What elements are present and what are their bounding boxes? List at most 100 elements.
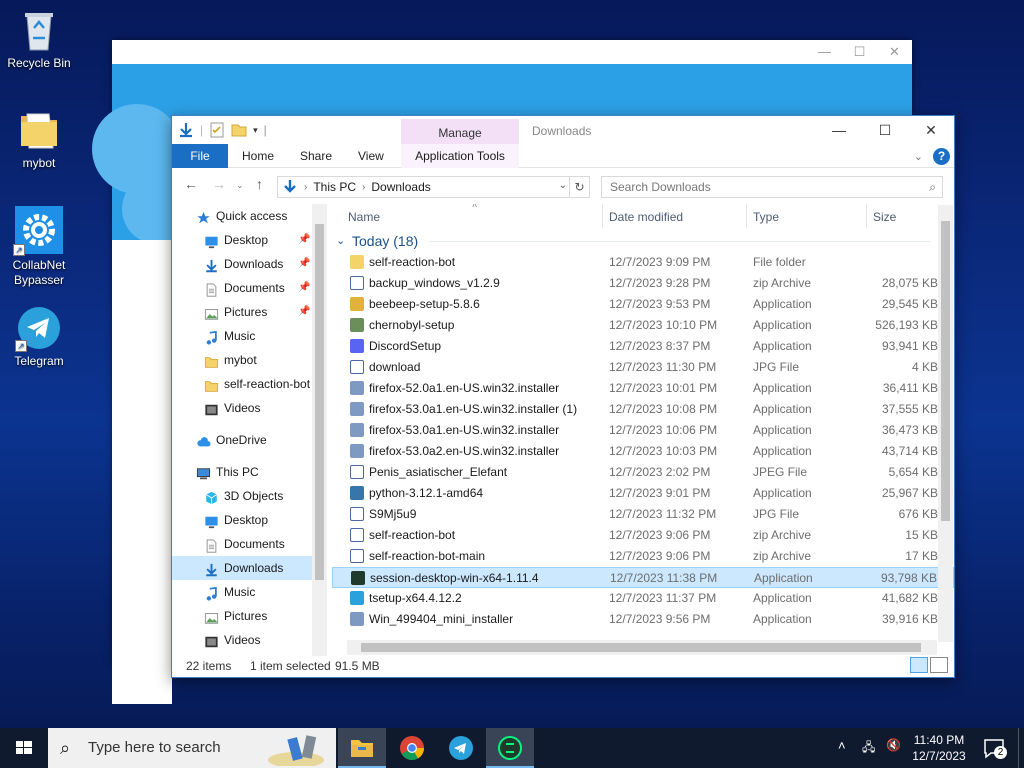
table-row[interactable]: session-desktop-win-x64-1.11.4 12/7/2023 … [332,567,954,588]
sidebar-item-quick-access[interactable]: Quick access [172,204,327,228]
breadcrumb-downloads[interactable]: Downloads [371,180,430,194]
sidebar-item-pictures[interactable]: Pictures [172,604,327,628]
refresh-icon[interactable]: ↻ [569,177,589,197]
navigation-scrollbar[interactable] [312,204,327,656]
cell-size: 93,798 KB [880,571,937,585]
table-row[interactable]: download 12/7/2023 11:30 PM JPG File 4 KB [332,357,954,378]
tab-application-tools[interactable]: Application Tools [401,144,519,168]
column-headers: Name ˄ Date modified Type Size [332,204,954,228]
sidebar-item-videos[interactable]: Videos [172,396,327,420]
sidebar-item-desktop[interactable]: Desktop 📌 [172,228,327,252]
table-row[interactable]: DiscordSetup 12/7/2023 8:37 PM Application… [332,336,954,357]
table-row[interactable]: S9Mj5u9 12/7/2023 11:32 PM JPG File 676 KB [332,504,954,525]
table-row[interactable]: chernobyl-setup 12/7/2023 10:10 PM Applica… [332,315,954,336]
table-row[interactable]: firefox-52.0a1.en-US.win32.installer 12/7… [332,378,954,399]
table-row[interactable]: python-3.12.1-amd64 12/7/2023 9:01 PM Appl… [332,483,954,504]
sidebar-item-onedrive[interactable]: OneDrive [172,428,327,452]
desktop-icon-recycle-bin[interactable]: Recycle Bin [0,8,78,71]
taskbar-telegram[interactable] [437,728,485,768]
tab-manage[interactable]: Manage [401,119,519,146]
background-window-titlebar[interactable]: — ☐ ✕ [112,40,912,64]
sidebar-item-desktop[interactable]: Desktop [172,508,327,532]
close-button[interactable]: ✕ [908,116,954,144]
table-row[interactable]: firefox-53.0a1.en-US.win32.installer (1)… [332,399,954,420]
table-row[interactable]: self-reaction-bot 12/7/2023 9:09 PM File f… [332,252,954,273]
address-dropdown-icon[interactable]: ⌄ [559,180,567,191]
recent-dropdown-icon[interactable]: ⌄ [236,180,244,191]
table-row[interactable]: Win_499404_mini_installer 12/7/2023 9:56 … [332,609,954,630]
table-row[interactable]: tsetup-x64.4.12.2 12/7/2023 11:37 PM Appli… [332,588,954,609]
show-hidden-icons-chevron-icon[interactable]: ˄ [838,738,846,768]
minimize-button[interactable]: — [816,116,862,144]
sidebar-item-3d-objects[interactable]: 3D Objects [172,484,327,508]
taskbar-search-input[interactable]: ⌕ Type here to search [48,728,336,768]
sidebar-item-documents[interactable]: Documents [172,532,327,556]
breadcrumb-separator-icon[interactable]: › [304,182,307,193]
table-row[interactable]: beebeep-setup-5.8.6 12/7/2023 9:53 PM Appl… [332,294,954,315]
navigation-pane: Quick access Desktop 📌 Downloads 📌 Documents 📌… [172,204,327,656]
notification-center-button[interactable]: 2 [982,736,1007,760]
desktop-icon-mybot[interactable]: mybot [0,108,78,171]
forward-arrow-icon[interactable]: → [212,176,226,192]
show-desktop-button[interactable] [1018,728,1024,768]
sidebar-item-videos[interactable]: Videos [172,628,327,652]
explorer-titlebar[interactable]: | ▾ | Manage Downloads — ☐ ✕ [172,116,954,146]
volume-muted-icon[interactable]: 🔇 [886,738,901,768]
taskbar-file-explorer[interactable] [338,728,386,768]
clock[interactable]: 11:40 PM 12/7/2023 [900,732,978,764]
tab-home[interactable]: Home [242,144,274,168]
sidebar-item-downloads[interactable]: Downloads [172,556,327,580]
desktop-icon-telegram[interactable]: ↗ Telegram [0,306,78,369]
chevron-down-icon[interactable]: ⌄ [336,234,345,247]
help-button[interactable]: ? [933,148,950,165]
group-header-today[interactable]: ⌄ Today (18) [332,228,954,252]
cell-name: beebeep-setup-5.8.6 [369,297,480,311]
start-button[interactable] [0,728,48,768]
taskbar-session[interactable] [486,728,534,768]
sidebar-item-documents[interactable]: Documents 📌 [172,276,327,300]
horizontal-scrollbar[interactable] [347,640,937,655]
chevron-down-icon[interactable]: ▾ [253,125,258,136]
table-row[interactable]: firefox-53.0a2.en-US.win32.installer 12/7… [332,441,954,462]
tab-file[interactable]: File [172,144,228,168]
breadcrumb-this-pc[interactable]: This PC [313,180,356,194]
large-icons-view-button[interactable] [930,657,948,673]
sidebar-item-music[interactable]: Music [172,324,327,348]
expand-ribbon-icon[interactable]: ⌄ [914,150,923,163]
sidebar-item-self-reaction-bot[interactable]: self-reaction-bot [172,372,327,396]
column-date-modified[interactable]: Date modified [609,210,683,224]
properties-icon[interactable] [209,122,225,138]
sidebar-item-pictures[interactable]: Pictures 📌 [172,300,327,324]
address-bar[interactable]: › This PC › Downloads ⌄ ↻ [277,176,590,198]
breadcrumb-separator-icon[interactable]: › [362,182,365,193]
tab-view[interactable]: View [358,144,384,168]
column-type[interactable]: Type [753,210,779,224]
sidebar-item-downloads[interactable]: Downloads 📌 [172,252,327,276]
sidebar-item-mybot[interactable]: mybot [172,348,327,372]
up-arrow-icon[interactable]: ↑ [256,176,263,192]
back-arrow-icon[interactable]: ← [184,176,198,192]
table-row[interactable]: self-reaction-bot 12/7/2023 9:06 PM zip Ar… [332,525,954,546]
details-view-button[interactable] [910,657,928,673]
column-name[interactable]: Name [348,210,380,224]
maximize-button[interactable]: ☐ [862,116,908,144]
chrome-icon [400,736,424,761]
column-size[interactable]: Size [873,210,896,224]
desktop-icon-collabnet[interactable]: ↗ CollabNet Bypasser [0,206,78,288]
table-row[interactable]: firefox-53.0a1.en-US.win32.installer 12/7… [332,420,954,441]
taskbar-chrome[interactable] [388,728,436,768]
table-row[interactable]: self-reaction-bot-main 12/7/2023 9:06 PM z… [332,546,954,567]
network-icon[interactable]: 🖧 [862,738,875,768]
sidebar-item-this-pc[interactable]: This PC [172,460,327,484]
minimize-icon[interactable]: — [807,40,842,64]
new-folder-icon[interactable] [231,122,247,138]
sidebar-item-music[interactable]: Music [172,580,327,604]
tab-share[interactable]: Share [300,144,332,168]
table-row[interactable]: backup_windows_v1.2.9 12/7/2023 9:28 PM zi… [332,273,954,294]
search-input[interactable]: Search Downloads ⌕ [601,176,943,198]
table-row[interactable]: Penis_asiatischer_Elefant 12/7/2023 2:02 … [332,462,954,483]
maximize-icon[interactable]: ☐ [842,40,877,64]
file-explorer-window[interactable]: | ▾ | Manage Downloads — ☐ ✕ File Home S… [171,115,955,678]
close-icon[interactable]: ✕ [877,40,912,64]
file-list-scrollbar[interactable] [938,205,953,642]
